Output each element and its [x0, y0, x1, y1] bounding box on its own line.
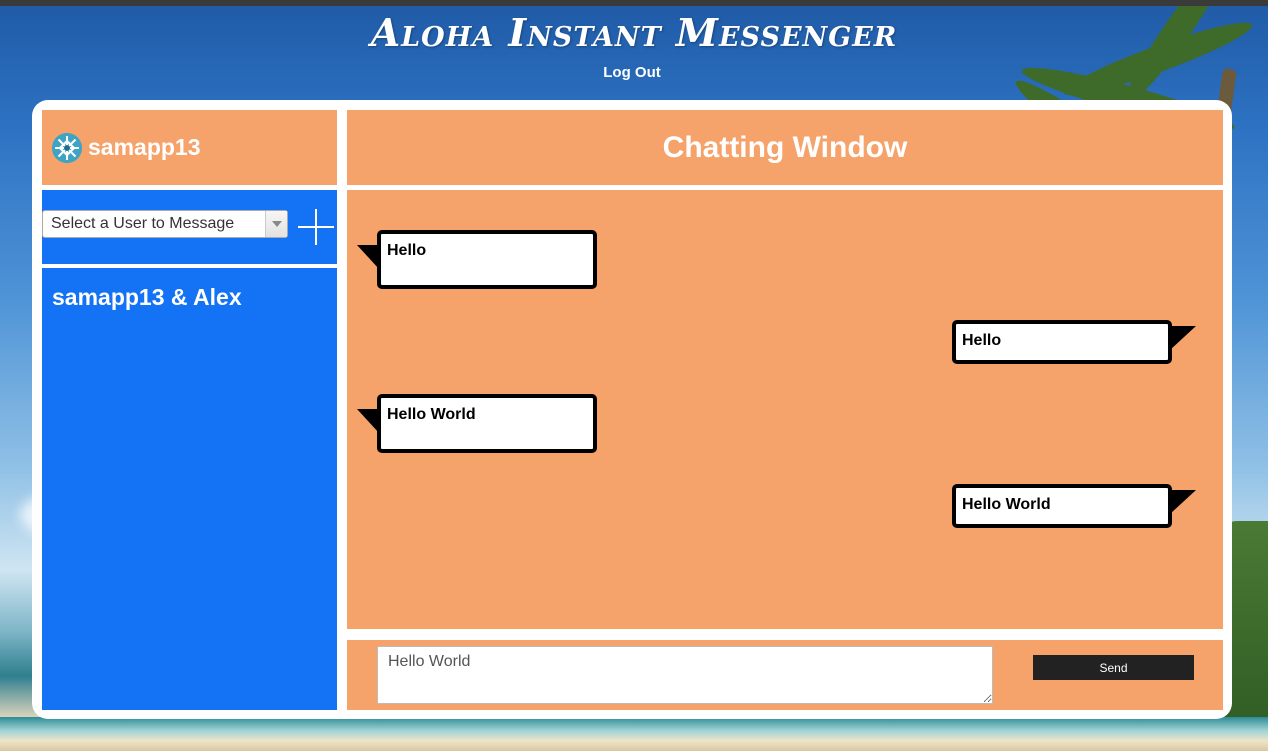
message-list: Hello Hello Hello World Hello World — [347, 190, 1223, 629]
message-input[interactable]: Hello World — [377, 646, 993, 704]
bubble-tail — [357, 409, 379, 433]
chevron-down-icon[interactable] — [265, 211, 287, 237]
message-text: Hello World — [962, 496, 1051, 513]
logout-link[interactable]: Log Out — [584, 64, 680, 81]
message-text: Hello — [387, 242, 427, 259]
sidebar: samapp13 Select a User to Message samapp… — [42, 110, 337, 710]
bubble-tail — [357, 245, 379, 269]
message-composer: Hello World Send — [347, 640, 1223, 710]
message-text: Hello World — [387, 406, 476, 423]
message-bubble-sent: Hello — [952, 320, 1172, 364]
chat-header: Chatting Window — [347, 110, 1223, 185]
background-beach — [0, 717, 1268, 751]
chat-title: Chatting Window — [662, 130, 908, 164]
bubble-tail — [1170, 490, 1196, 514]
snowflake-emblem-icon — [52, 132, 82, 163]
bubble-tail — [1170, 326, 1196, 350]
app-title: Aloha Instant Messenger — [370, 10, 898, 55]
send-button[interactable]: Send — [1033, 655, 1194, 680]
conversation-item[interactable]: samapp13 & Alex — [42, 268, 337, 327]
chat-area: Chatting Window Hello Hello Hello World … — [347, 110, 1223, 710]
message-bubble-received: Hello World — [377, 394, 597, 453]
message-text: Hello — [962, 332, 1002, 349]
composer-divider — [347, 630, 1212, 639]
message-bubble-sent: Hello World — [952, 484, 1172, 528]
message-bubble-received: Hello — [377, 230, 597, 289]
user-select-dropdown[interactable]: Select a User to Message — [42, 210, 288, 238]
username-label: samapp13 — [88, 134, 201, 160]
main-frame: samapp13 Select a User to Message samapp… — [32, 100, 1232, 719]
user-select-value: Select a User to Message — [51, 215, 235, 232]
conversation-list: samapp13 & Alex — [42, 268, 337, 710]
plus-icon[interactable] — [298, 209, 334, 245]
user-select-panel: Select a User to Message — [42, 190, 337, 264]
current-user-box: samapp13 — [42, 110, 337, 185]
